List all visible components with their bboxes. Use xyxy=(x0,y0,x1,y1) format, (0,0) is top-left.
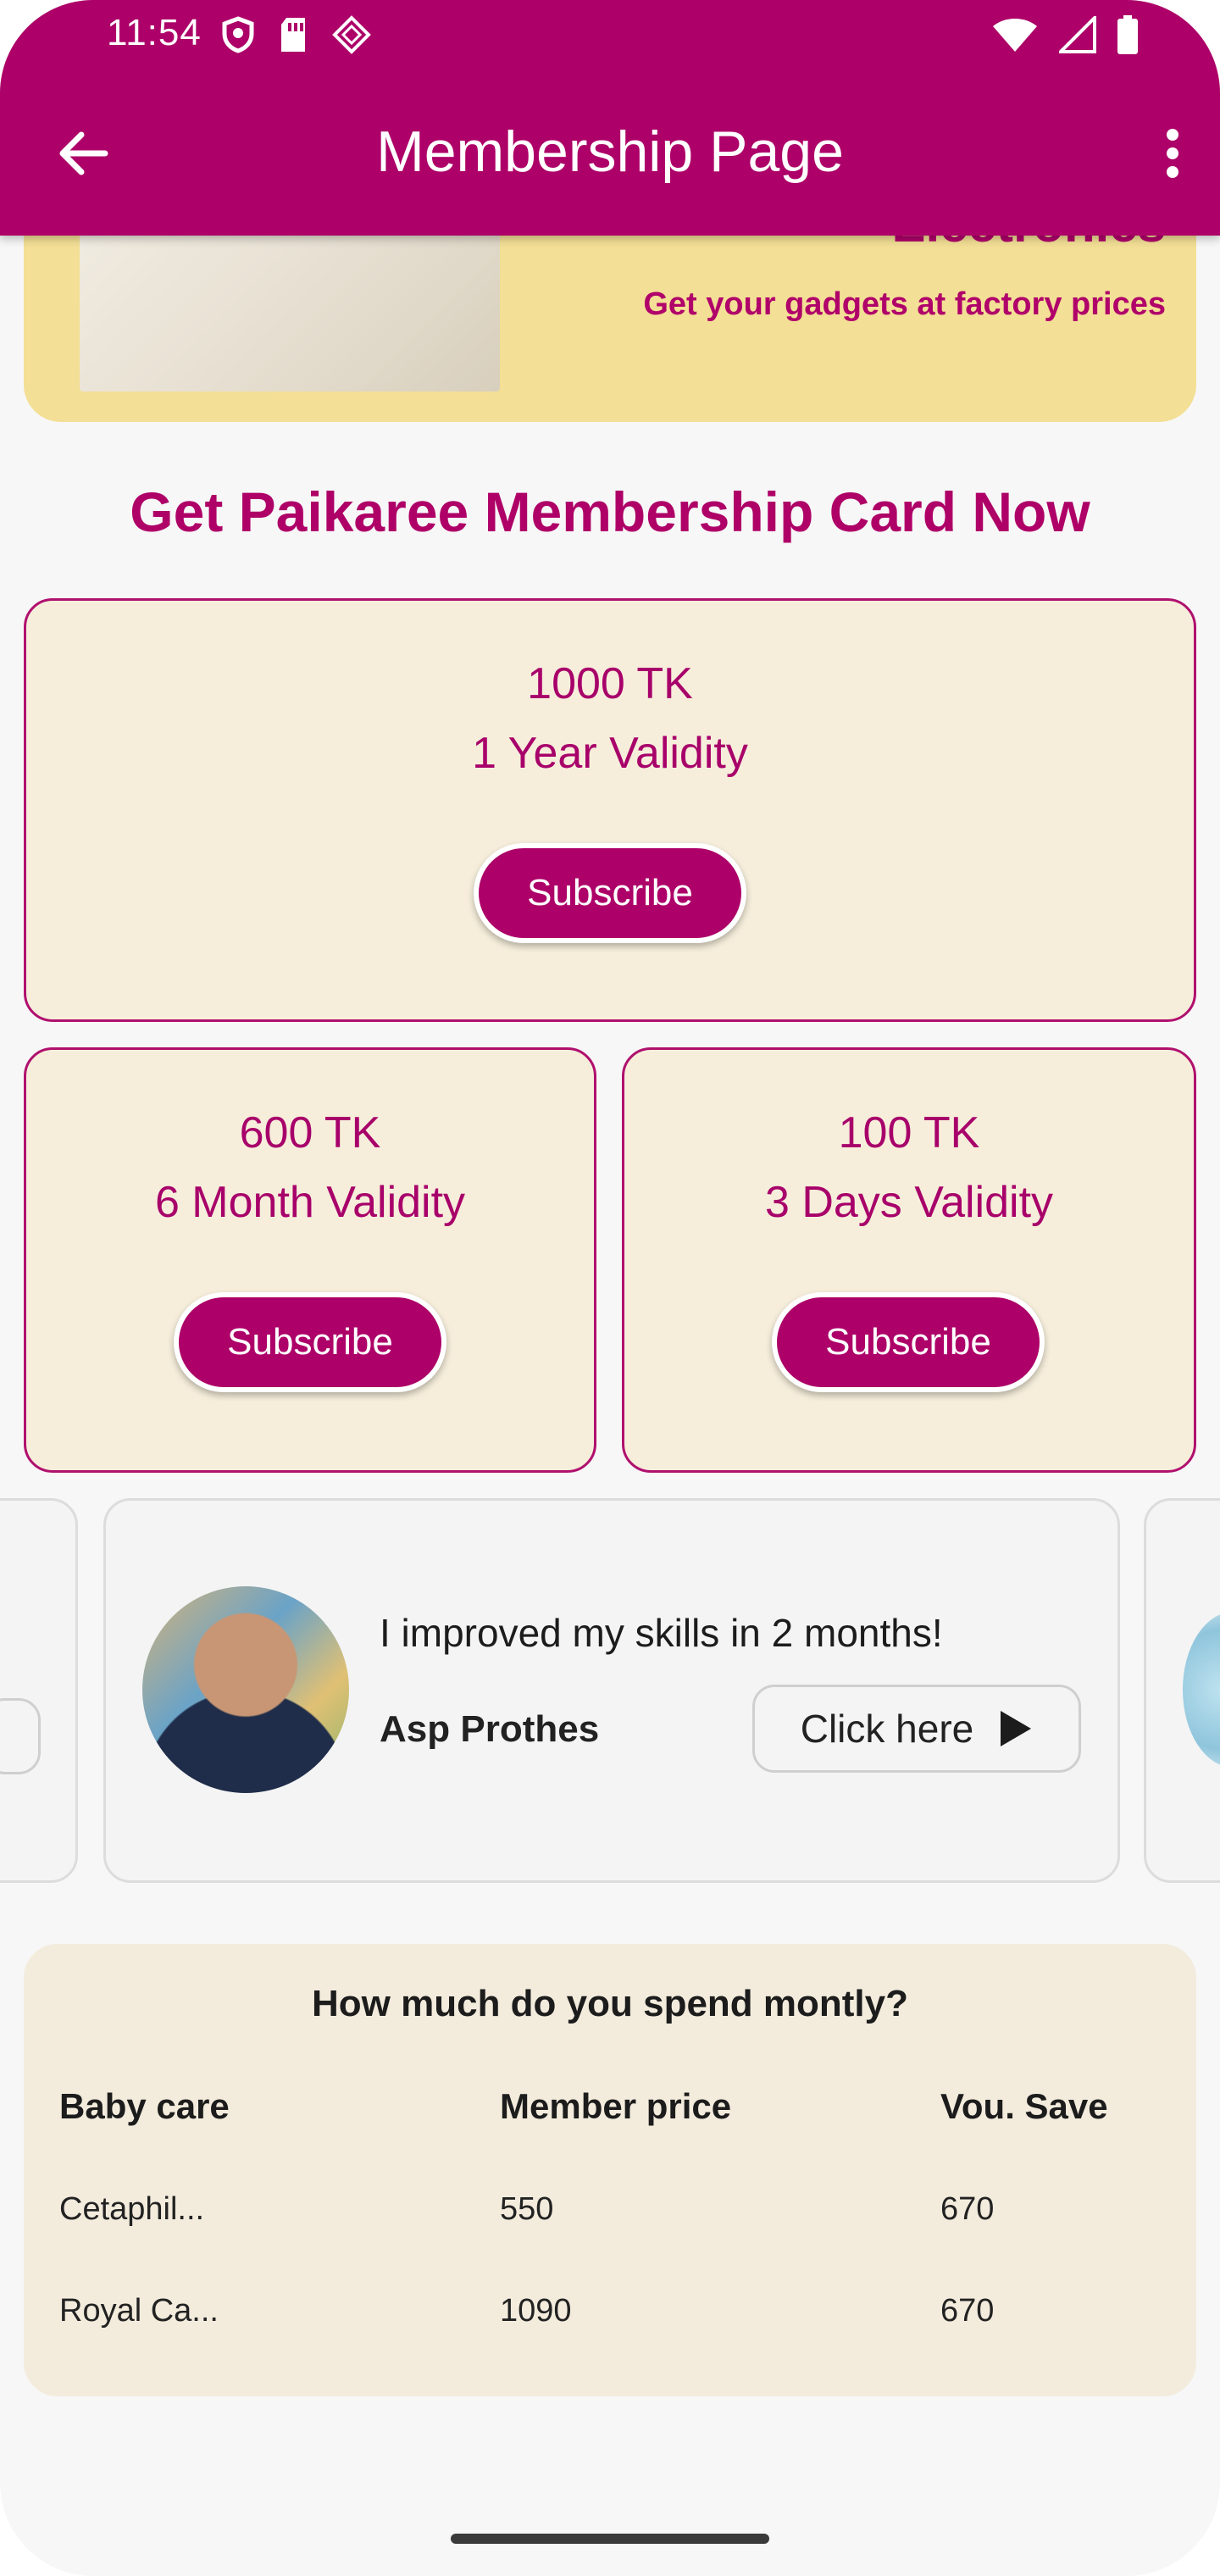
status-notification-icons xyxy=(222,15,371,54)
more-options-button[interactable] xyxy=(1156,124,1190,183)
more-vert-icon xyxy=(1167,129,1178,178)
app-bar: 11:54 Membership Page xyxy=(0,0,1220,236)
testimonial-quote: I improved my skills in 2 months! xyxy=(380,1611,943,1655)
status-system-icons xyxy=(991,15,1139,54)
table-cell: Cetaphil... xyxy=(59,2191,205,2227)
click-here-label: Click here xyxy=(800,1707,974,1751)
spend-table: How much do you spend montly? Baby care … xyxy=(24,1944,1196,2396)
plan-validity: 1 Year Validity xyxy=(472,729,748,778)
page-title: Membership Page xyxy=(376,119,844,184)
table-cell: Royal Ca... xyxy=(59,2293,219,2329)
shield-icon xyxy=(222,16,254,53)
play-icon xyxy=(1001,1711,1032,1746)
plan-card-6-month: 600 TK 6 Month Validity Subscribe xyxy=(24,1047,596,1473)
testimonial-name: Asp Prothes xyxy=(380,1708,600,1750)
status-time: 11:54 xyxy=(107,12,202,53)
click-here-button[interactable]: Click here xyxy=(752,1685,1081,1773)
subscribe-button-yearly[interactable]: Subscribe xyxy=(474,843,746,943)
spend-table-title: How much do you spend montly? xyxy=(312,1983,908,2024)
battery-icon xyxy=(1117,15,1138,54)
table-cell: 670 xyxy=(940,2293,995,2329)
plan-card-3-days: 100 TK 3 Days Validity Subscribe xyxy=(622,1047,1196,1473)
column-header-save: Vou. Save xyxy=(940,2086,1108,2126)
cell-signal-icon xyxy=(1059,16,1096,53)
table-cell: 1090 xyxy=(500,2293,572,2329)
plan-price: 1000 TK xyxy=(527,659,693,708)
testimonial-card-previous[interactable] xyxy=(0,1498,78,1883)
plan-price: 100 TK xyxy=(838,1108,980,1158)
phone-screen: Electronics Get your gadgets at factory … xyxy=(0,0,1220,2576)
previous-card-button xyxy=(0,1698,41,1774)
plan-validity: 3 Days Validity xyxy=(764,1178,1054,1227)
banner-subtitle: Get your gadgets at factory prices xyxy=(643,286,1166,322)
subscribe-button-3-days[interactable]: Subscribe xyxy=(772,1292,1045,1392)
column-header-category: Baby care xyxy=(59,2086,230,2126)
plan-card-yearly: 1000 TK 1 Year Validity Subscribe xyxy=(24,598,1196,1022)
plan-price: 600 TK xyxy=(239,1108,381,1158)
diamond-app-icon xyxy=(332,15,371,54)
home-indicator[interactable] xyxy=(451,2534,769,2544)
membership-section-title: Get Paikaree Membership Card Now xyxy=(130,480,1090,543)
sd-card-icon xyxy=(281,18,305,52)
plan-validity: 6 Month Validity xyxy=(154,1178,466,1227)
table-cell: 550 xyxy=(500,2191,554,2227)
subscribe-button-6-month[interactable]: Subscribe xyxy=(174,1292,446,1392)
wifi-icon xyxy=(993,19,1037,52)
avatar xyxy=(142,1586,349,1793)
table-cell: 670 xyxy=(940,2191,995,2227)
column-header-member-price: Member price xyxy=(500,2086,732,2126)
